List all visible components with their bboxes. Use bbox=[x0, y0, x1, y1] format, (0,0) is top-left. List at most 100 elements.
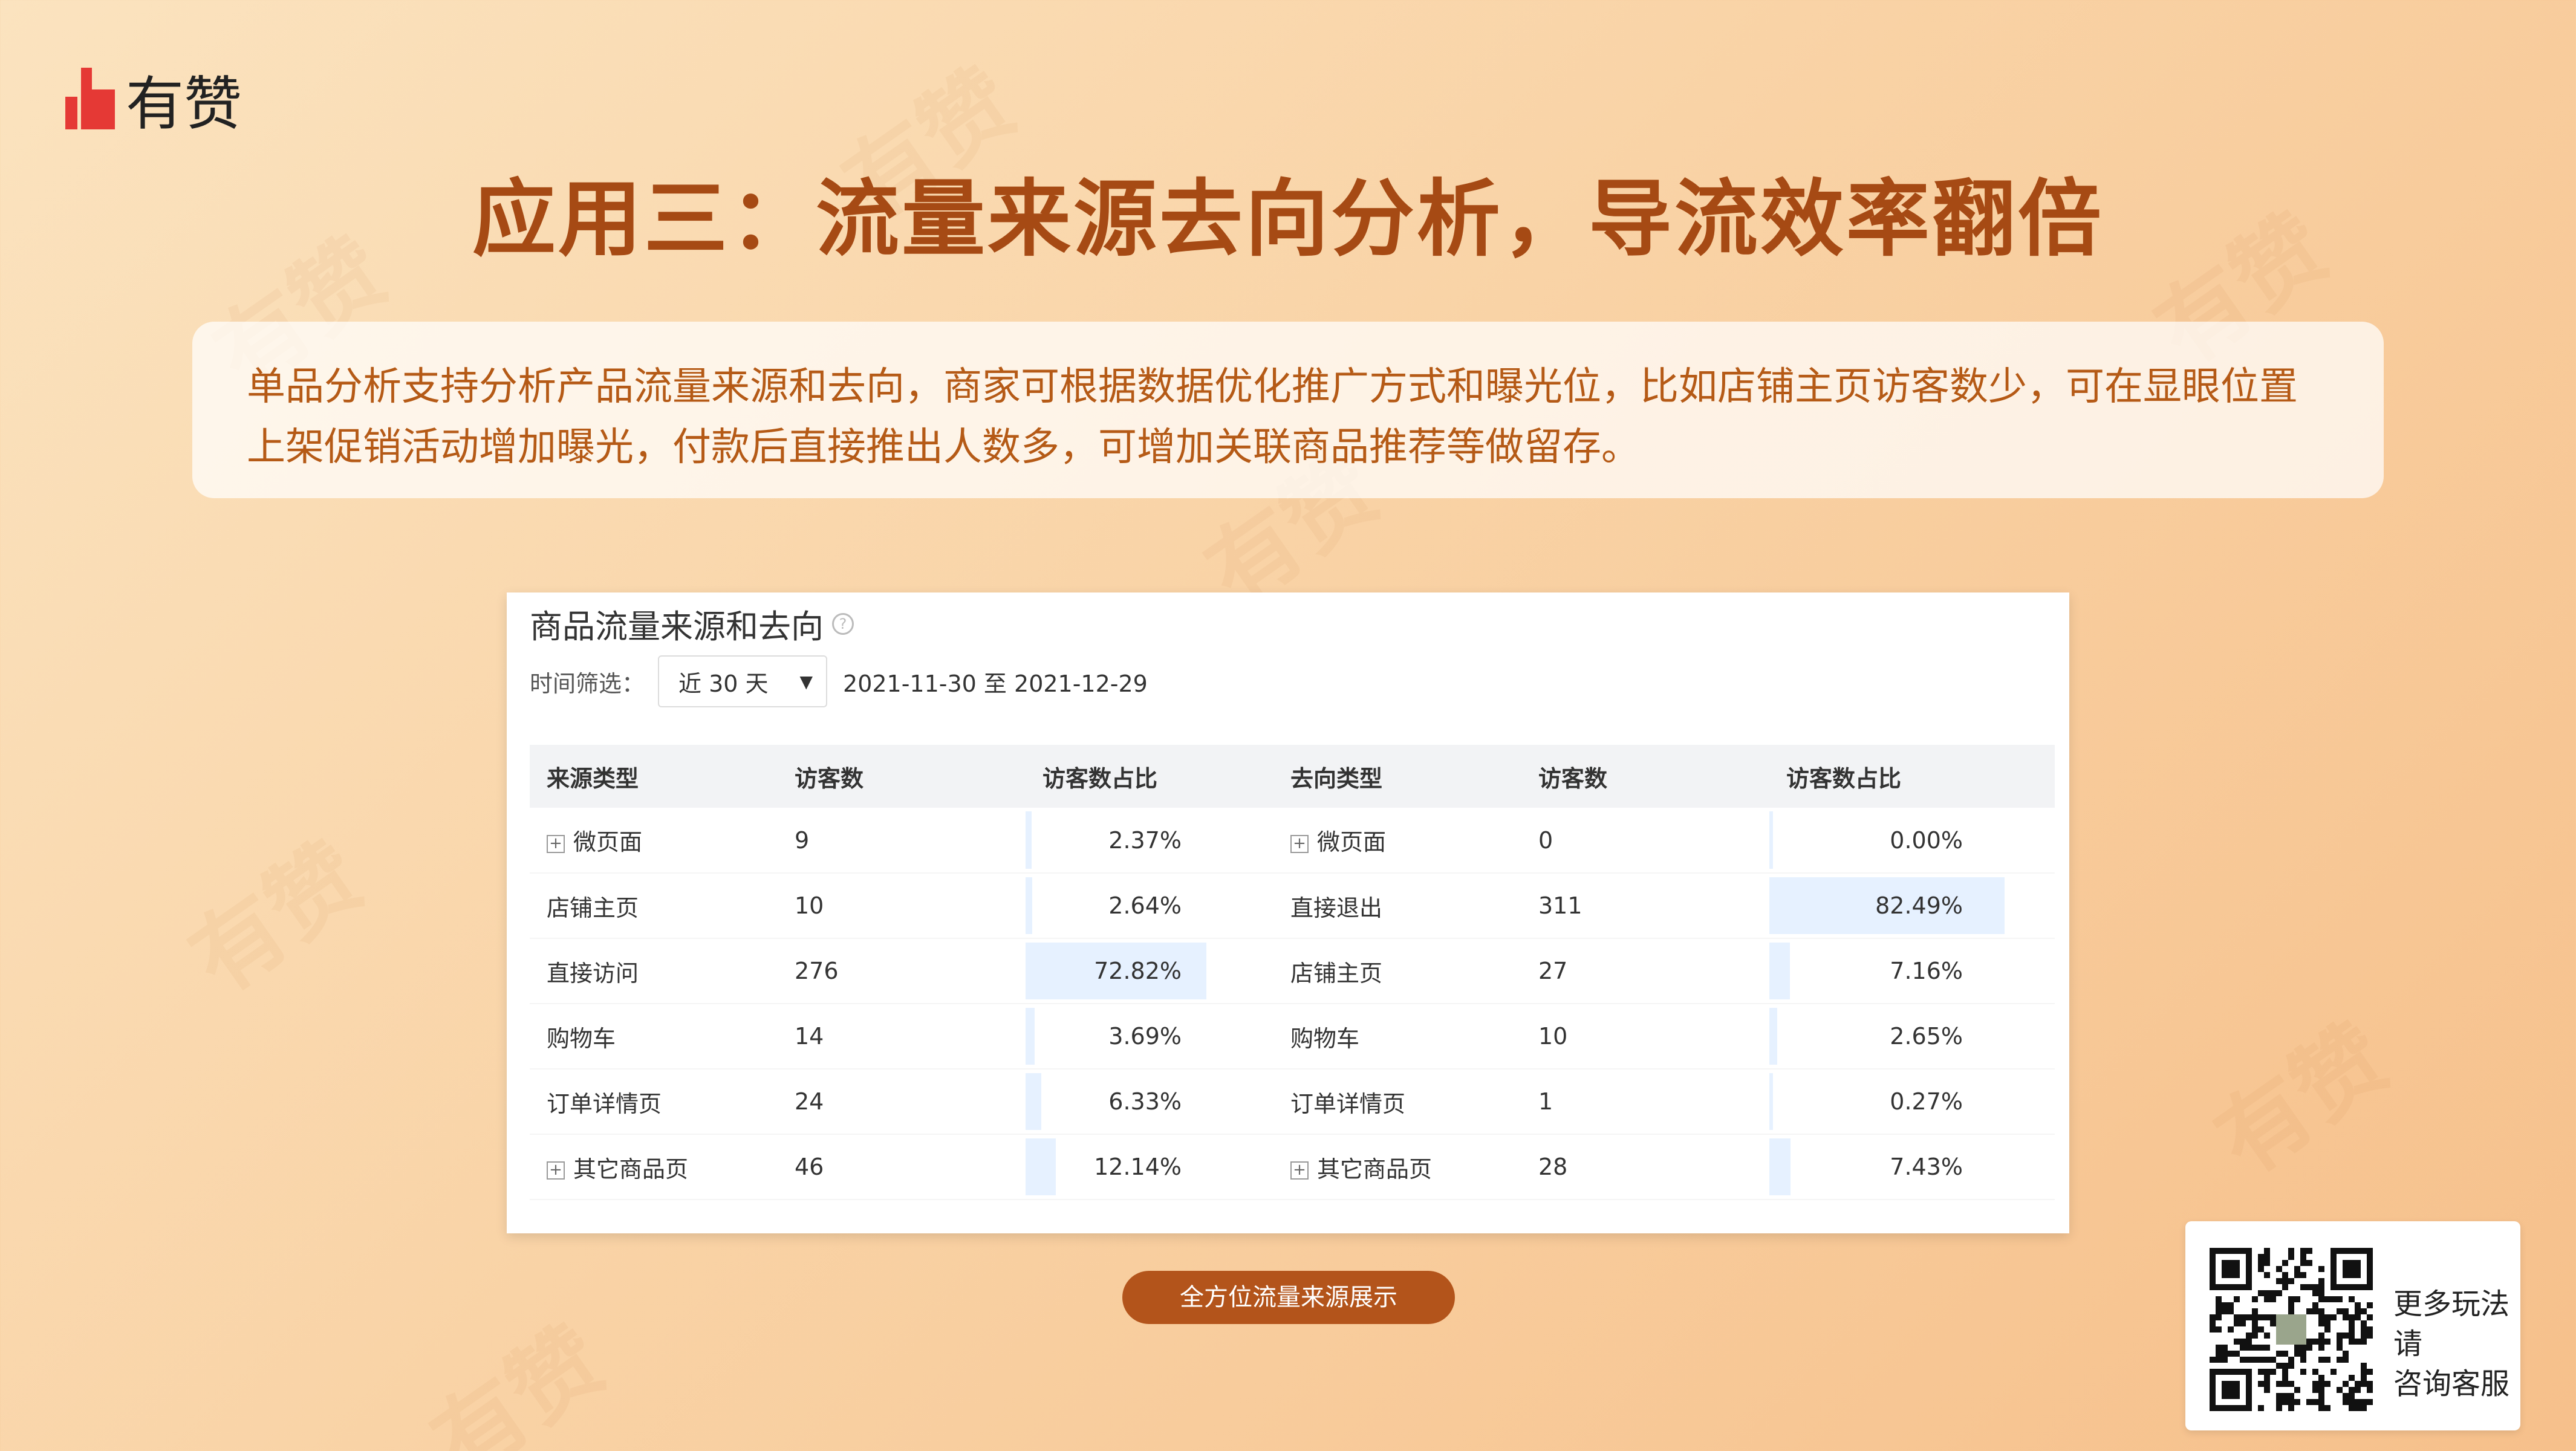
expand-icon[interactable]: + bbox=[547, 1161, 565, 1180]
watermark: 有赞 bbox=[414, 1307, 623, 1451]
table-row: + 微页面 9 2.37% + 微页面 0 0.00% bbox=[530, 808, 2055, 874]
type-cell: + 微页面 bbox=[530, 808, 778, 874]
type-cell: 订单详情页 bbox=[1273, 1069, 1521, 1135]
visitor-percent-cell: 0.00% bbox=[1769, 808, 2055, 874]
description-line: 单品分析支持分析产品流量来源和去向，商家可根据数据优化推广方式和曝光位，比如店铺… bbox=[247, 365, 2298, 409]
column-header: 去向类型 bbox=[1273, 745, 1521, 808]
percent-bar bbox=[1026, 877, 1032, 934]
percent-value: 2.64% bbox=[1108, 892, 1182, 919]
percent-value: 2.37% bbox=[1108, 826, 1182, 854]
type-label: 店铺主页 bbox=[547, 894, 639, 921]
visitor-count: 24 bbox=[778, 1069, 1026, 1135]
visitor-count: 10 bbox=[1521, 1004, 1769, 1070]
type-cell: + 其它商品页 bbox=[530, 1134, 778, 1200]
table-row: 直接访问 276 72.82% 店铺主页 27 7.16% bbox=[530, 938, 2055, 1004]
type-label: 购物车 bbox=[547, 1025, 616, 1052]
percent-value: 0.27% bbox=[1890, 1088, 1963, 1115]
type-cell: 订单详情页 bbox=[530, 1069, 778, 1135]
table-row: + 其它商品页 46 12.14% + 其它商品页 28 7.43% bbox=[530, 1134, 2055, 1200]
type-cell: 店铺主页 bbox=[530, 873, 778, 939]
time-filter: 时间筛选： 近 30 天 ▼ 2021-11-30 至 2021-12-29 bbox=[530, 655, 1148, 707]
percent-bar bbox=[1026, 811, 1032, 869]
percent-bar bbox=[1769, 1138, 1791, 1195]
type-label: 订单详情页 bbox=[547, 1090, 662, 1117]
type-label: 直接退出 bbox=[1290, 894, 1383, 921]
column-header: 访客数占比 bbox=[1026, 745, 1273, 808]
type-cell: + 微页面 bbox=[1273, 808, 1521, 874]
visitor-percent-cell: 2.37% bbox=[1026, 808, 1273, 874]
expand-icon[interactable]: + bbox=[547, 834, 565, 853]
type-cell: 直接访问 bbox=[530, 938, 778, 1004]
visitor-percent-cell: 6.33% bbox=[1026, 1069, 1273, 1135]
traffic-table: 来源类型 访客数 访客数占比 去向类型 访客数 访客数占比 + 微页面 9 2.37%… bbox=[530, 745, 2055, 1200]
traffic-panel: 商品流量来源和去向 ? 时间筛选： 近 30 天 ▼ 2021-11-30 至 … bbox=[507, 592, 2069, 1233]
percent-value: 72.82% bbox=[1094, 958, 1182, 984]
panel-title-text: 商品流量来源和去向 bbox=[530, 608, 824, 646]
percent-bar bbox=[1026, 1073, 1041, 1130]
visitor-count: 27 bbox=[1521, 938, 1769, 1004]
expand-icon[interactable]: + bbox=[1290, 834, 1309, 853]
visitor-percent-cell: 2.65% bbox=[1769, 1004, 2055, 1070]
percent-value: 0.00% bbox=[1890, 826, 1963, 854]
description-box: 单品分析支持分析产品流量来源和去向，商家可根据数据优化推广方式和曝光位，比如店铺… bbox=[192, 322, 2384, 498]
visitor-percent-cell: 0.27% bbox=[1769, 1069, 2055, 1135]
type-cell: + 其它商品页 bbox=[1273, 1134, 1521, 1200]
type-label: 微页面 bbox=[1317, 829, 1387, 855]
type-cell: 购物车 bbox=[1273, 1004, 1521, 1070]
visitor-count: 9 bbox=[778, 808, 1026, 874]
visitor-count: 311 bbox=[1521, 873, 1769, 939]
percent-value: 2.65% bbox=[1890, 1023, 1963, 1050]
type-label: 订单详情页 bbox=[1290, 1090, 1406, 1117]
percent-value: 12.14% bbox=[1094, 1154, 1182, 1180]
visitor-count: 28 bbox=[1521, 1134, 1769, 1200]
percent-value: 6.33% bbox=[1108, 1088, 1182, 1115]
select-value: 近 30 天 bbox=[678, 670, 769, 697]
traffic-source-button[interactable]: 全方位流量来源展示 bbox=[1122, 1271, 1455, 1324]
visitor-count: 10 bbox=[778, 873, 1026, 939]
table-row: 订单详情页 24 6.33% 订单详情页 1 0.27% bbox=[530, 1069, 2055, 1135]
percent-value: 82.49% bbox=[1875, 892, 1963, 919]
visitor-percent-cell: 7.43% bbox=[1769, 1134, 2055, 1200]
percent-value: 3.69% bbox=[1108, 1023, 1182, 1050]
expand-icon[interactable]: + bbox=[1290, 1161, 1309, 1180]
page-title: 应用三：流量来源去向分析，导流效率翻倍 bbox=[472, 170, 2104, 268]
panel-title: 商品流量来源和去向 ? bbox=[530, 600, 854, 648]
type-label: 微页面 bbox=[573, 829, 643, 855]
percent-bar bbox=[1769, 1008, 1777, 1065]
visitor-count: 46 bbox=[778, 1134, 1026, 1200]
qr-caption-line: 咨询客服 bbox=[2393, 1367, 2510, 1401]
table-row: 购物车 14 3.69% 购物车 10 2.65% bbox=[530, 1004, 2055, 1070]
column-header: 访客数占比 bbox=[1769, 745, 2055, 808]
brand-name: 有赞 bbox=[126, 70, 242, 138]
percent-bar bbox=[1026, 1008, 1035, 1065]
visitor-count: 0 bbox=[1521, 808, 1769, 874]
percent-bar bbox=[1769, 1073, 1773, 1130]
type-cell: 购物车 bbox=[530, 1004, 778, 1070]
visitor-percent-cell: 2.64% bbox=[1026, 873, 1273, 939]
type-label: 直接访问 bbox=[547, 959, 639, 987]
qr-code-icon bbox=[2210, 1248, 2373, 1411]
visitor-percent-cell: 72.82% bbox=[1026, 938, 1273, 1004]
watermark: 有赞 bbox=[172, 823, 382, 1014]
percent-value: 7.43% bbox=[1890, 1154, 1963, 1180]
type-cell: 直接退出 bbox=[1273, 873, 1521, 939]
table-header-row: 来源类型 访客数 访客数占比 去向类型 访客数 访客数占比 bbox=[530, 745, 2055, 808]
question-circle-icon[interactable]: ? bbox=[832, 612, 854, 635]
qr-caption: 更多玩法请 咨询客服 bbox=[2393, 1284, 2514, 1404]
time-range-select[interactable]: 近 30 天 ▼ bbox=[658, 655, 828, 707]
visitor-count: 1 bbox=[1521, 1069, 1769, 1135]
column-header: 访客数 bbox=[778, 745, 1026, 808]
type-label: 其它商品页 bbox=[573, 1155, 689, 1183]
visitor-percent-cell: 3.69% bbox=[1026, 1004, 1273, 1070]
type-cell: 店铺主页 bbox=[1273, 938, 1521, 1004]
description-line: 上架促销活动增加曝光，付款后直接推出人数多，可增加关联商品推荐等做留存。 bbox=[247, 425, 1640, 470]
type-label: 其它商品页 bbox=[1317, 1155, 1433, 1183]
filter-label: 时间筛选： bbox=[530, 670, 645, 697]
qr-caption-line: 更多玩法请 bbox=[2393, 1287, 2510, 1361]
percent-bar bbox=[1769, 943, 1790, 999]
type-label: 购物车 bbox=[1290, 1025, 1360, 1052]
visitor-percent-cell: 7.16% bbox=[1769, 938, 2055, 1004]
visitor-percent-cell: 12.14% bbox=[1026, 1134, 1273, 1200]
table-row: 店铺主页 10 2.64% 直接退出 311 82.49% bbox=[530, 873, 2055, 939]
visitor-count: 276 bbox=[778, 938, 1026, 1004]
